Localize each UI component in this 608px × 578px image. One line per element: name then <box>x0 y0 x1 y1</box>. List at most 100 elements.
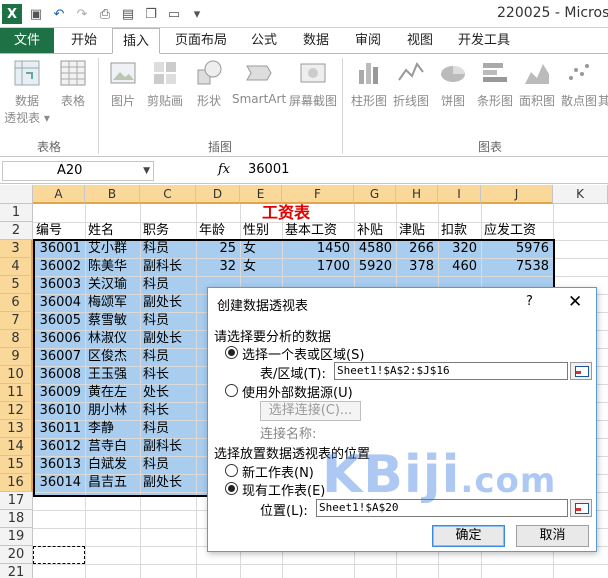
save-icon[interactable]: ▣ <box>26 4 46 24</box>
table-cell[interactable]: 320 <box>438 240 481 258</box>
table-cell[interactable]: 36014 <box>33 474 85 492</box>
table-cell[interactable]: 副科长 <box>140 438 196 456</box>
column-header[interactable]: D <box>196 185 240 204</box>
table-cell[interactable]: 李静 <box>85 420 143 438</box>
table-cell[interactable]: 36001 <box>33 240 85 258</box>
table-cell[interactable]: 莒寺白 <box>85 438 143 456</box>
table-cell[interactable]: 25 <box>196 240 240 258</box>
table-header-cell[interactable]: 年龄 <box>199 222 240 240</box>
radio-external-source-label[interactable]: 使用外部数据源(U) <box>242 382 353 401</box>
table-cell[interactable]: 266 <box>396 240 438 258</box>
column-header[interactable]: J <box>481 185 553 204</box>
row-header[interactable]: 4 <box>0 258 33 276</box>
table-header-cell[interactable]: 职务 <box>143 222 196 240</box>
table-cell[interactable]: 1700 <box>282 258 354 276</box>
table-header-cell[interactable]: 基本工资 <box>285 222 354 240</box>
table-cell[interactable]: 蔡雪敏 <box>85 312 143 330</box>
copy-icon[interactable]: ❐ <box>141 4 161 24</box>
table-cell[interactable]: 女 <box>240 240 282 258</box>
bar-chart-button[interactable]: 条形图 <box>472 58 518 109</box>
customize-qat-icon[interactable]: ▾ <box>187 4 207 24</box>
row-header[interactable]: 12 <box>0 402 33 420</box>
table-cell[interactable]: 36008 <box>33 366 85 384</box>
row-header[interactable]: 20 <box>0 546 33 564</box>
table-header-cell[interactable]: 姓名 <box>88 222 140 240</box>
table-cell[interactable]: 36011 <box>33 420 85 438</box>
screenshot-button[interactable]: 屏幕截图 <box>288 58 338 109</box>
row-header[interactable]: 19 <box>0 528 33 546</box>
radio-new-sheet-label[interactable]: 新工作表(N) <box>242 462 314 481</box>
radio-new-sheet[interactable] <box>225 464 238 477</box>
table-cell[interactable]: 7538 <box>481 258 553 276</box>
row-header[interactable]: 3 <box>0 240 33 258</box>
table-cell[interactable]: 5976 <box>481 240 553 258</box>
table-header-cell[interactable]: 扣款 <box>441 222 481 240</box>
pie-chart-button[interactable]: 饼图 <box>430 58 476 109</box>
print-icon[interactable]: ⎙ <box>95 4 115 24</box>
row-header[interactable]: 10 <box>0 366 33 384</box>
column-header[interactable]: K <box>553 185 608 204</box>
table-cell[interactable]: 关汉瑜 <box>85 276 143 294</box>
table-cell[interactable]: 36002 <box>33 258 85 276</box>
column-header[interactable]: C <box>140 185 196 204</box>
row-header[interactable]: 21 <box>0 564 33 578</box>
open-folder-icon[interactable]: ▭ <box>164 4 184 24</box>
table-cell[interactable]: 32 <box>196 258 240 276</box>
table-header-cell[interactable]: 应发工资 <box>484 222 553 240</box>
radio-table-range[interactable] <box>225 346 238 359</box>
table-cell[interactable]: 36010 <box>33 402 85 420</box>
scatter-chart-button[interactable]: 散点图 <box>556 58 602 109</box>
table-cell[interactable]: 副处长 <box>140 294 196 312</box>
table-header-cell[interactable]: 津贴 <box>399 222 438 240</box>
table-cell[interactable]: 科员 <box>140 456 196 474</box>
column-header[interactable]: G <box>354 185 396 204</box>
table-cell[interactable]: 378 <box>396 258 438 276</box>
table-cell[interactable]: 区俊杰 <box>85 348 143 366</box>
table-cell[interactable]: 460 <box>438 258 481 276</box>
smartart-button[interactable]: SmartArt <box>232 58 286 106</box>
column-header[interactable]: F <box>282 185 354 204</box>
radio-table-range-label[interactable]: 选择一个表或区域(S) <box>242 344 364 363</box>
column-header[interactable]: E <box>240 185 282 204</box>
line-chart-button[interactable]: 折线图 <box>388 58 434 109</box>
table-cell[interactable]: 梅颂军 <box>85 294 143 312</box>
shapes-button[interactable]: 形状 <box>186 58 232 109</box>
table-cell[interactable]: 1450 <box>282 240 354 258</box>
pivot-table-button[interactable]: 数据 透视表 ▾ <box>4 58 50 126</box>
row-header[interactable]: 17 <box>0 492 33 510</box>
table-header-cell[interactable]: 编号 <box>36 222 85 240</box>
table-cell[interactable]: 36005 <box>33 312 85 330</box>
row-header[interactable]: 8 <box>0 330 33 348</box>
table-cell[interactable]: 科长 <box>140 366 196 384</box>
cancel-button[interactable]: 取消 <box>516 525 589 547</box>
table-cell[interactable]: 36012 <box>33 438 85 456</box>
table-cell[interactable]: 王玉强 <box>85 366 143 384</box>
table-cell[interactable]: 处长 <box>140 384 196 402</box>
tab-data[interactable]: 数据 <box>294 28 338 54</box>
row-header[interactable]: 11 <box>0 384 33 402</box>
row-header[interactable]: 15 <box>0 456 33 474</box>
area-chart-button[interactable]: 面积图 <box>514 58 560 109</box>
table-cell[interactable]: 科员 <box>140 276 196 294</box>
table-cell[interactable]: 科员 <box>140 348 196 366</box>
table-cell[interactable]: 陈美华 <box>85 258 143 276</box>
tab-file[interactable]: 文件 <box>0 28 54 54</box>
table-cell[interactable]: 5920 <box>354 258 396 276</box>
table-cell[interactable]: 副科长 <box>140 258 196 276</box>
table-cell[interactable]: 36006 <box>33 330 85 348</box>
tab-formulas[interactable]: 公式 <box>242 28 286 54</box>
table-cell[interactable]: 副处长 <box>140 330 196 348</box>
clipart-button[interactable]: 剪贴画 <box>142 58 188 109</box>
select-all-corner[interactable] <box>0 185 33 204</box>
table-header-cell[interactable]: 补贴 <box>357 222 396 240</box>
row-header[interactable]: 18 <box>0 510 33 528</box>
column-header[interactable]: I <box>438 185 481 204</box>
table-cell[interactable]: 昌吉五 <box>85 474 143 492</box>
row-header[interactable]: 7 <box>0 312 33 330</box>
table-cell[interactable]: 科长 <box>140 402 196 420</box>
table-cell[interactable]: 林淑仪 <box>85 330 143 348</box>
table-range-collapse-icon[interactable] <box>570 362 592 380</box>
tab-home[interactable]: 开始 <box>60 28 108 54</box>
row-header[interactable]: 5 <box>0 276 33 294</box>
radio-existing-sheet[interactable] <box>225 482 238 495</box>
